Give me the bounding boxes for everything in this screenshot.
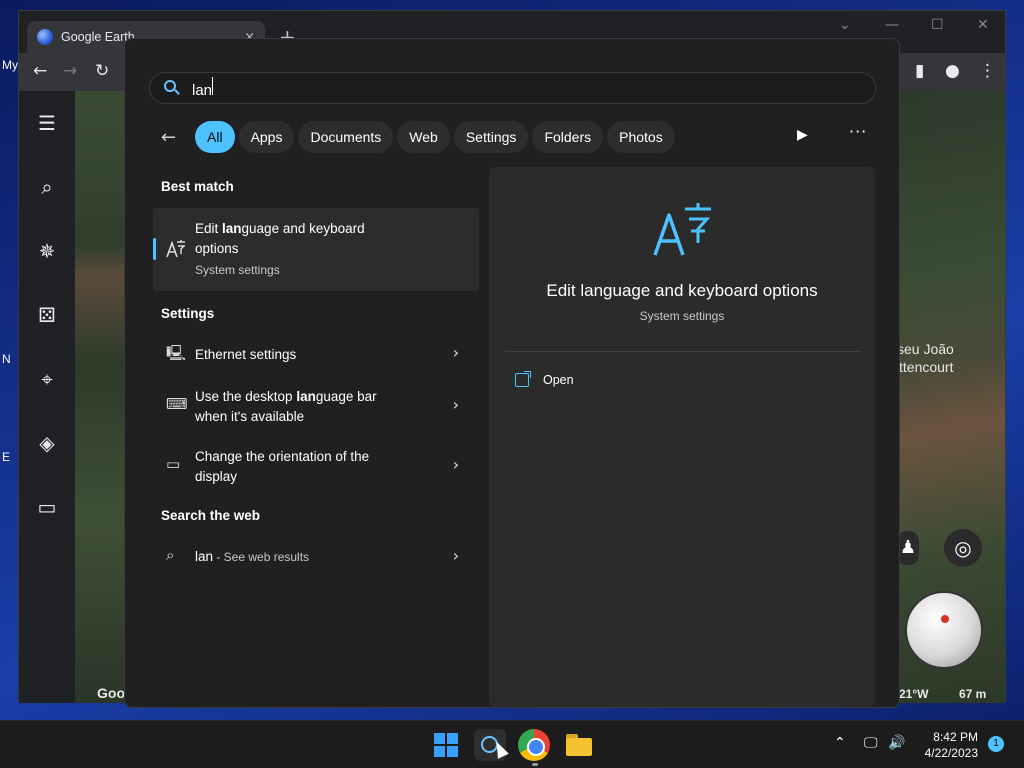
map-place-label: seu João — [897, 341, 954, 357]
open-external-icon — [515, 371, 531, 387]
desktop-icon-label[interactable]: N — [2, 352, 11, 366]
running-indicator — [532, 763, 538, 766]
map-imagery-left — [75, 91, 127, 703]
display-icon: ▭ — [166, 455, 181, 473]
system-clock[interactable]: 8:42 PM 4/22/2023 — [918, 729, 978, 761]
web-result-text: lan - See web results — [195, 549, 310, 564]
measure-icon[interactable]: ▭ — [33, 493, 61, 521]
taskbar: ⌃ 🖵 🔊 8:42 PM 4/22/2023 1 — [0, 720, 1024, 768]
result-title: Ethernet settings — [195, 347, 297, 362]
browser-menu-icon[interactable]: ⋮ — [979, 61, 996, 81]
desktop-icon-label[interactable]: My — [2, 58, 18, 72]
search-icon[interactable]: ⌕ — [33, 173, 61, 201]
selection-accent — [153, 238, 156, 260]
search-icon — [164, 80, 180, 96]
file-explorer-icon[interactable] — [564, 729, 596, 761]
settings-heading: Settings — [161, 306, 215, 321]
clock-date: 4/22/2023 — [924, 746, 978, 760]
desktop-icon-label[interactable]: E — [2, 450, 10, 464]
notification-badge[interactable]: 1 — [988, 736, 1004, 752]
feeling-lucky-icon[interactable]: ⚄ — [33, 301, 61, 329]
preview-pane: Edit language and keyboard options Syste… — [489, 167, 875, 707]
search-box[interactable]: lan — [149, 72, 876, 104]
coordinate-label: 21°W — [899, 687, 929, 701]
best-match-heading: Best match — [161, 179, 234, 194]
reload-icon[interactable]: ↻ — [95, 61, 109, 81]
map-style-icon[interactable]: ◈ — [33, 429, 61, 457]
preview-title: Edit language and keyboard options — [546, 281, 818, 300]
side-panel-icon[interactable]: ▮ — [915, 61, 924, 81]
language-icon — [653, 203, 711, 256]
network-icon[interactable]: 🖵 — [864, 735, 878, 751]
best-match-title-line2: options — [195, 241, 239, 256]
back-icon[interactable]: ← — [33, 61, 47, 81]
filter-chip-folders[interactable]: Folders — [532, 121, 604, 153]
volume-icon[interactable]: 🔊 — [888, 735, 905, 751]
compass-marker — [941, 615, 949, 623]
minimize-button[interactable]: — — [885, 17, 899, 33]
filter-chip-settings[interactable]: Settings — [453, 121, 529, 153]
result-title: Change the orientation of the — [195, 449, 370, 464]
play-icon[interactable]: ▶ — [797, 127, 808, 143]
map-place-label: ttencourt — [899, 359, 954, 375]
chevron-right-icon: › — [452, 395, 459, 414]
chevron-right-icon: › — [452, 343, 459, 362]
search-query-text: lan — [192, 82, 213, 99]
search-web-heading: Search the web — [161, 508, 261, 523]
chrome-icon[interactable] — [518, 729, 550, 761]
forward-icon[interactable]: → — [63, 61, 77, 81]
ethernet-icon: 🖳 — [166, 344, 187, 362]
result-display-orientation[interactable]: ▭ Change the orientation of the display … — [153, 439, 479, 491]
chevron-right-icon: › — [452, 455, 459, 474]
filter-chip-apps[interactable]: Apps — [238, 121, 295, 153]
projects-icon[interactable]: ⌖ — [33, 365, 61, 393]
open-action[interactable]: Open — [515, 371, 574, 387]
windows-search-panel: lan ← All Apps Documents Web Settings Fo… — [124, 38, 900, 708]
filter-chip-documents[interactable]: Documents — [298, 121, 394, 153]
result-ethernet-settings[interactable]: 🖳 Ethernet settings › — [153, 329, 479, 381]
pegman-icon[interactable]: ♟ — [897, 531, 919, 565]
divider — [505, 351, 861, 352]
back-arrow-icon[interactable]: ← — [161, 127, 185, 148]
show-hidden-icons-chevron-icon[interactable]: ⌃ — [834, 735, 846, 751]
result-web-search[interactable]: ⌕ lan - See web results › — [153, 531, 479, 583]
globe-compass-icon[interactable] — [905, 591, 983, 669]
language-icon — [166, 240, 186, 258]
result-title-line2: display — [195, 469, 238, 484]
clock-time: 8:42 PM — [933, 730, 978, 744]
scale-label: 67 m — [959, 687, 987, 701]
search-icon: ⌕ — [166, 546, 175, 564]
keyboard-icon: ⌨ — [166, 395, 188, 413]
filter-chip-all[interactable]: All — [195, 121, 235, 153]
preview-subtitle: System settings — [639, 309, 725, 323]
result-desktop-language-bar[interactable]: ⌨ Use the desktop language bar when it's… — [153, 379, 479, 431]
text-caret — [212, 77, 214, 95]
profile-icon[interactable]: ● — [945, 61, 960, 81]
maximize-button[interactable]: ☐ — [931, 17, 944, 33]
start-button[interactable] — [430, 729, 462, 761]
best-match-subtitle: System settings — [195, 263, 280, 277]
google-earth-favicon-icon — [37, 29, 53, 45]
more-options-icon[interactable]: ··· — [849, 122, 867, 141]
best-match-result[interactable]: Edit language and keyboard options Syste… — [153, 208, 479, 291]
open-label: Open — [543, 373, 574, 387]
search-input[interactable]: lan — [192, 77, 214, 99]
filter-tabs: ← All Apps Documents Web Settings Folder… — [161, 121, 679, 153]
best-match-title: Edit language and keyboard — [195, 221, 365, 236]
filter-chip-web[interactable]: Web — [397, 121, 450, 153]
chevron-right-icon: › — [452, 546, 459, 565]
voyager-icon[interactable]: ✵ — [33, 237, 61, 265]
my-location-icon[interactable]: ◎ — [944, 529, 982, 567]
filter-chip-photos[interactable]: Photos — [607, 121, 675, 153]
result-title: Use the desktop language bar — [195, 389, 377, 404]
windows-logo-icon — [434, 733, 445, 744]
tab-search-icon[interactable]: ⌄ — [839, 17, 851, 33]
close-window-button[interactable]: ✕ — [977, 17, 989, 33]
hamburger-menu-icon[interactable]: ☰ — [33, 109, 61, 137]
google-logo: Goo — [97, 685, 125, 701]
result-title-line2: when it's available — [195, 409, 305, 424]
earth-sidebar: ☰ ⌕ ✵ ⚄ ⌖ ◈ ▭ — [19, 91, 75, 703]
